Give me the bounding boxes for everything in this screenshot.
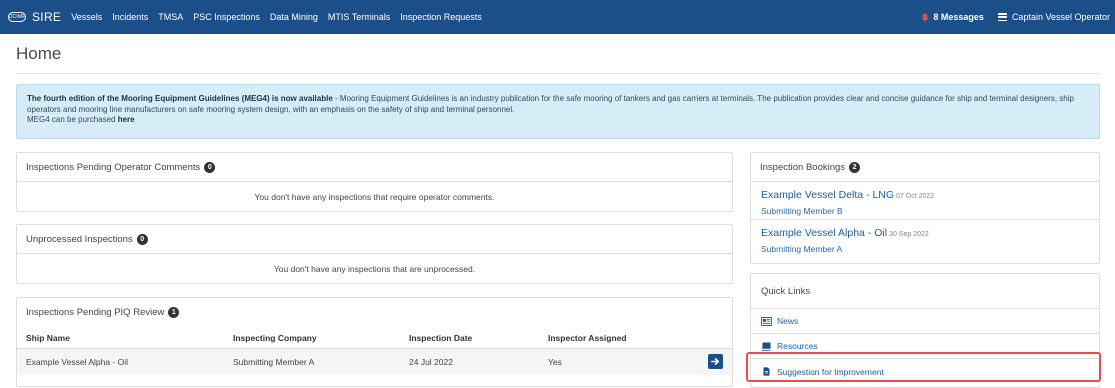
count-badge: 0 (136, 233, 148, 245)
panel-title: Quick Links (751, 274, 1099, 309)
quick-link-label: News (777, 316, 799, 326)
count-badge: 2 (849, 161, 861, 173)
count-badge: 0 (204, 161, 216, 173)
panel-title: Inspection Bookings (760, 161, 846, 173)
panel-title: Inspections Pending PIQ Review (26, 307, 165, 318)
cell-inspector-assigned: Yes (548, 357, 562, 367)
unprocessed-inspections-panel: Unprocessed Inspections 0 You don't have… (16, 224, 733, 284)
empty-message: You don't have any inspections that requ… (254, 191, 495, 202)
booking-item[interactable]: Example Vessel Delta - LNG 07 Oct 2022 Su… (751, 182, 1099, 220)
nav-item-mtis-terminals[interactable]: MTIS Terminals (328, 12, 390, 22)
nav-item-psc-inspections[interactable]: PSC Inspections (193, 12, 260, 22)
nav-item-vessels[interactable]: Vessels (71, 12, 102, 22)
pending-operator-comments-panel: Inspections Pending Operator Comments 0 … (16, 152, 733, 212)
table-header: Ship Name Inspecting Company Inspection … (17, 327, 732, 349)
booking-vessel[interactable]: Example Vessel Alpha - Oil (761, 227, 887, 239)
suggestion-highlight-box (746, 352, 1101, 382)
bell-icon (922, 13, 929, 22)
nav-menu: Vessels Incidents TMSA PSC Inspections D… (71, 12, 492, 22)
panel-heading: Inspection Bookings 2 (751, 153, 1099, 182)
panel-heading: Inspections Pending PIQ Review 1 (17, 298, 732, 327)
meg4-alert: The fourth edition of the Mooring Equipm… (16, 84, 1100, 139)
booking-date: 07 Oct 2022 (896, 193, 935, 200)
nav-item-data-mining[interactable]: Data Mining (270, 12, 318, 22)
messages-label: 8 Messages (933, 12, 984, 22)
column-inspector-assigned[interactable]: Inspector Assigned (548, 333, 627, 343)
user-name: Captain Vessel Operator (1011, 12, 1110, 22)
column-inspecting-company[interactable]: Inspecting Company (233, 333, 317, 343)
page-title: Home (16, 44, 62, 63)
nav-item-inspection-requests[interactable]: Inspection Requests (400, 12, 482, 22)
pending-piq-review-panel: Inspections Pending PIQ Review 1 Ship Na… (16, 297, 733, 387)
user-menu[interactable]: Captain Vessel Operator (997, 12, 1110, 22)
column-inspection-date[interactable]: Inspection Date (409, 333, 472, 343)
alert-heading: The fourth edition of the Mooring Equipm… (27, 94, 333, 103)
menu-icon (997, 13, 1007, 21)
cell-inspection-date: 24 Jul 2022 (409, 357, 453, 367)
panel-title: Inspections Pending Operator Comments (26, 161, 201, 173)
alert-purchase-text: MEG4 can be purchased (27, 115, 118, 125)
brand[interactable]: OCIMF SIRE (8, 10, 61, 24)
nav-right: 8 Messages Captain Vessel Operator (921, 12, 1110, 22)
arrow-right-icon (711, 357, 720, 366)
open-inspection-button[interactable] (708, 354, 723, 369)
book-icon (762, 341, 771, 351)
messages-link[interactable]: 8 Messages (921, 12, 984, 22)
booking-date: 30 Sep 2022 (889, 231, 929, 238)
top-navbar: OCIMF SIRE Vessels Incidents TMSA PSC In… (0, 0, 1115, 34)
column-ship-name[interactable]: Ship Name (26, 333, 70, 343)
booking-item[interactable]: Example Vessel Alpha - Oil 30 Sep 2022 Su… (751, 220, 1099, 258)
ocimf-logo: OCIMF (8, 12, 26, 22)
quick-link-label: Resources (777, 341, 818, 351)
alert-purchase-link[interactable]: here (118, 115, 135, 124)
panel-heading: Inspections Pending Operator Comments 0 (17, 153, 732, 182)
booking-vessel[interactable]: Example Vessel Delta - LNG (761, 189, 894, 201)
title-divider (16, 73, 1100, 74)
booking-member: Submitting Member B (761, 206, 843, 216)
panel-title: Unprocessed Inspections (26, 233, 133, 245)
empty-message: You don't have any inspections that are … (273, 263, 476, 274)
quick-link-news[interactable]: News (751, 309, 1099, 334)
newspaper-icon (761, 316, 772, 326)
cell-ship-name: Example Vessel Alpha - Oil (26, 357, 129, 367)
panel-heading: Unprocessed Inspections 0 (17, 225, 732, 254)
nav-item-incidents[interactable]: Incidents (112, 12, 148, 22)
table-row[interactable]: Example Vessel Alpha - Oil Submitting Me… (17, 349, 732, 375)
booking-member: Submitting Member A (761, 244, 843, 254)
count-badge: 1 (168, 307, 180, 318)
inspection-bookings-panel: Inspection Bookings 2 Example Vessel Del… (750, 152, 1100, 264)
nav-item-tmsa[interactable]: TMSA (158, 12, 183, 22)
brand-name: SIRE (32, 10, 62, 24)
cell-inspecting-company: Submitting Member A (233, 357, 315, 367)
